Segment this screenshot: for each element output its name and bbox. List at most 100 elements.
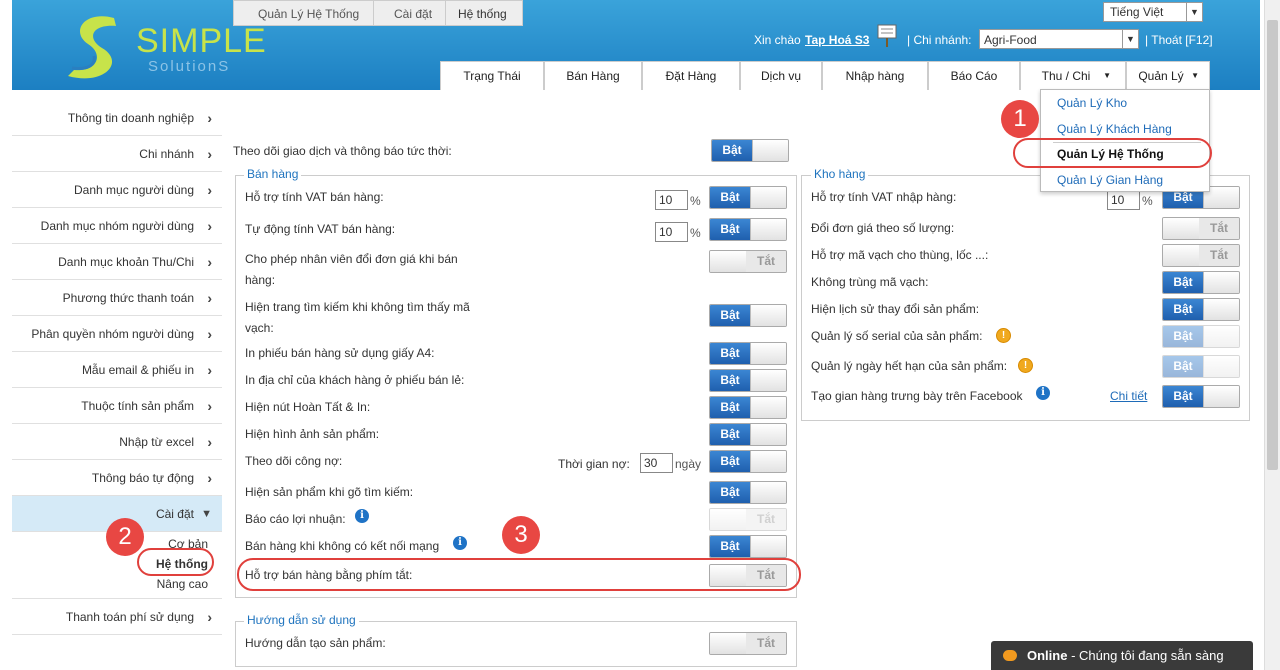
tab-ban-hang[interactable]: Bán Hàng <box>544 61 642 90</box>
setting-label: Báo cáo lợi nhuận: <box>245 512 346 526</box>
toggle-knob <box>710 633 748 654</box>
chat-message: - Chúng tôi đang sẵn sàng <box>1067 648 1224 663</box>
toggle-knob <box>750 536 786 557</box>
setting-label: In phiếu bán hàng sử dụng giấy A4: <box>245 346 435 360</box>
online-chat-bar[interactable]: Online - Chúng tôi đang sẵn sàng <box>991 641 1253 670</box>
unit-label: % <box>690 194 701 208</box>
toggle-sales-10[interactable]: Tắt <box>709 508 787 531</box>
language-select[interactable]: Tiếng Việt ▼ <box>1103 2 1203 22</box>
toggle-sales-9[interactable]: Bật <box>709 481 787 504</box>
sidebar-item-company-info[interactable]: Thông tin doanh nghiệp › <box>12 100 222 136</box>
toggle-on-text: Bật <box>710 424 750 445</box>
setting-label: Đổi đơn giá theo số lượng: <box>811 221 955 235</box>
toggle-sales-4[interactable]: Bật <box>709 342 787 365</box>
toggle-sales-8[interactable]: Bật <box>709 450 787 473</box>
toggle-on-text: Bật <box>710 451 750 472</box>
sidebar-item-notifications[interactable]: Thông báo tự động › <box>12 460 222 496</box>
sidebar-item-product-attributes[interactable]: Thuộc tính sản phẩm › <box>12 388 222 424</box>
number-input[interactable]: 10 <box>655 190 688 210</box>
toggle-sales-2[interactable]: Tắt <box>709 250 787 273</box>
sidebar-item-income-expense[interactable]: Danh mục khoản Thu/Chi › <box>12 244 222 280</box>
menu-item-warehouse[interactable]: Quản Lý Kho <box>1057 96 1127 110</box>
chevron-right-icon: › <box>207 182 212 198</box>
toggle-sales-1[interactable]: Bật <box>709 218 787 241</box>
toggle-sales-6[interactable]: Bật <box>709 396 787 419</box>
info-icon[interactable]: i <box>1036 386 1050 400</box>
sidebar-item-label: Nhập từ excel <box>119 435 194 449</box>
tab-nhap-hang[interactable]: Nhập hàng <box>822 61 928 90</box>
tab-dich-vu[interactable]: Dịch vụ <box>740 61 822 90</box>
chevron-right-icon: › <box>207 110 212 126</box>
toggle-guide-product[interactable]: Tắt <box>709 632 787 655</box>
number-input[interactable]: 10 <box>1107 190 1140 210</box>
warning-icon[interactable]: ! <box>996 328 1011 343</box>
logout-link[interactable]: | Thoát [F12] <box>1145 33 1213 47</box>
highlight-ring <box>137 548 214 576</box>
breadcrumb-current: Hệ thống <box>445 0 523 26</box>
toggle-sales-5[interactable]: Bật <box>709 369 787 392</box>
toggle-warehouse-2[interactable]: Tắt <box>1162 244 1240 267</box>
user-link[interactable]: Tap Hoá S3 <box>805 33 869 47</box>
toggle-realtime-tracking[interactable]: Bật <box>711 139 789 162</box>
sidebar-item-branch[interactable]: Chi nhánh › <box>12 136 222 172</box>
greeting-text: Xin chào <box>754 33 801 47</box>
toggle-on-text: Bật <box>710 219 750 240</box>
scrollbar[interactable] <box>1264 0 1280 670</box>
toggle-sales-3[interactable]: Bật <box>709 304 787 327</box>
toggle-sales-0[interactable]: Bật <box>709 186 787 209</box>
unit-label: % <box>690 226 701 240</box>
number-input[interactable]: 30 <box>640 453 673 473</box>
tab-quan-ly[interactable]: Quản Lý ▼ <box>1126 61 1210 90</box>
chevron-right-icon: › <box>207 434 212 450</box>
sidebar-item-payment-methods[interactable]: Phương thức thanh toán › <box>12 280 222 316</box>
menu-item-stores[interactable]: Quản Lý Gian Hàng <box>1057 173 1163 187</box>
sidebar-item-label: Chi nhánh <box>139 147 194 161</box>
toggle-sales-11[interactable]: Bật <box>709 535 787 558</box>
info-icon[interactable]: i <box>453 536 467 550</box>
chevron-right-icon: › <box>207 609 212 625</box>
toggle-sales-7[interactable]: Bật <box>709 423 787 446</box>
setting-label: Theo dõi công nợ: <box>245 454 343 468</box>
branch-select[interactable]: Agri-Food ▼ <box>979 29 1139 49</box>
sidebar-item-templates[interactable]: Mẫu email & phiếu in › <box>12 352 222 388</box>
toggle-on-text: Bật <box>710 482 750 503</box>
scrollbar-thumb[interactable] <box>1267 20 1278 470</box>
toggle-warehouse-4[interactable]: Bật <box>1162 298 1240 321</box>
sidebar-item-permissions[interactable]: Phân quyền nhóm người dùng › <box>12 316 222 352</box>
signpost-icon[interactable] <box>876 22 898 47</box>
details-link[interactable]: Chi tiết <box>1110 386 1147 406</box>
info-icon[interactable]: i <box>355 509 369 523</box>
warning-icon[interactable]: ! <box>1018 358 1033 373</box>
toggle-warehouse-3[interactable]: Bật <box>1162 271 1240 294</box>
breadcrumb-item[interactable]: Cài đặt <box>373 0 447 26</box>
tab-dat-hang[interactable]: Đặt Hàng <box>642 61 740 90</box>
toggle-knob <box>1203 326 1239 347</box>
breadcrumb-item[interactable]: Quản Lý Hệ Thống <box>233 0 375 26</box>
number-input[interactable]: 10 <box>655 222 688 242</box>
tab-thu-chi[interactable]: Thu / Chi ▼ <box>1020 61 1126 90</box>
toggle-knob <box>752 140 788 161</box>
caret-down-icon: ▼ <box>1103 71 1111 80</box>
toggle-warehouse-5[interactable]: Bật <box>1162 325 1240 348</box>
sidebar-item-excel-import[interactable]: Nhập từ excel › <box>12 424 222 460</box>
sidebar-sub-advanced[interactable]: Nâng cao <box>12 574 222 594</box>
menu-item-customers[interactable]: Quản Lý Khách Hàng <box>1057 122 1172 136</box>
sidebar-item-users[interactable]: Danh mục người dùng › <box>12 172 222 208</box>
toggle-knob <box>750 187 786 208</box>
caret-down-icon: ▼ <box>1191 71 1199 80</box>
sidebar-item-user-groups[interactable]: Danh mục nhóm người dùng › <box>12 208 222 244</box>
highlight-ring <box>1013 138 1212 168</box>
sidebar-item-label: Thuộc tính sản phẩm <box>81 399 194 413</box>
sidebar-item-label: Danh mục khoản Thu/Chi <box>58 255 194 269</box>
toggle-warehouse-6[interactable]: Bật <box>1162 355 1240 378</box>
sidebar-item-label: Phân quyền nhóm người dùng <box>31 327 194 341</box>
toggle-warehouse-1[interactable]: Tắt <box>1162 217 1240 240</box>
setting-label: In địa chỉ của khách hàng ở phiếu bán lẻ… <box>245 373 465 387</box>
toggle-warehouse-7[interactable]: Bật <box>1162 385 1240 408</box>
tab-trang-thai[interactable]: Trạng Thái <box>440 61 544 90</box>
tab-bao-cao[interactable]: Báo Cáo <box>928 61 1020 90</box>
toggle-knob <box>1203 272 1239 293</box>
sidebar-item-billing[interactable]: Thanh toán phí sử dụng › <box>12 599 222 635</box>
setting-label: Hiện hình ảnh sản phẩm: <box>245 427 380 441</box>
chevron-down-icon: ▼ <box>1122 30 1138 48</box>
